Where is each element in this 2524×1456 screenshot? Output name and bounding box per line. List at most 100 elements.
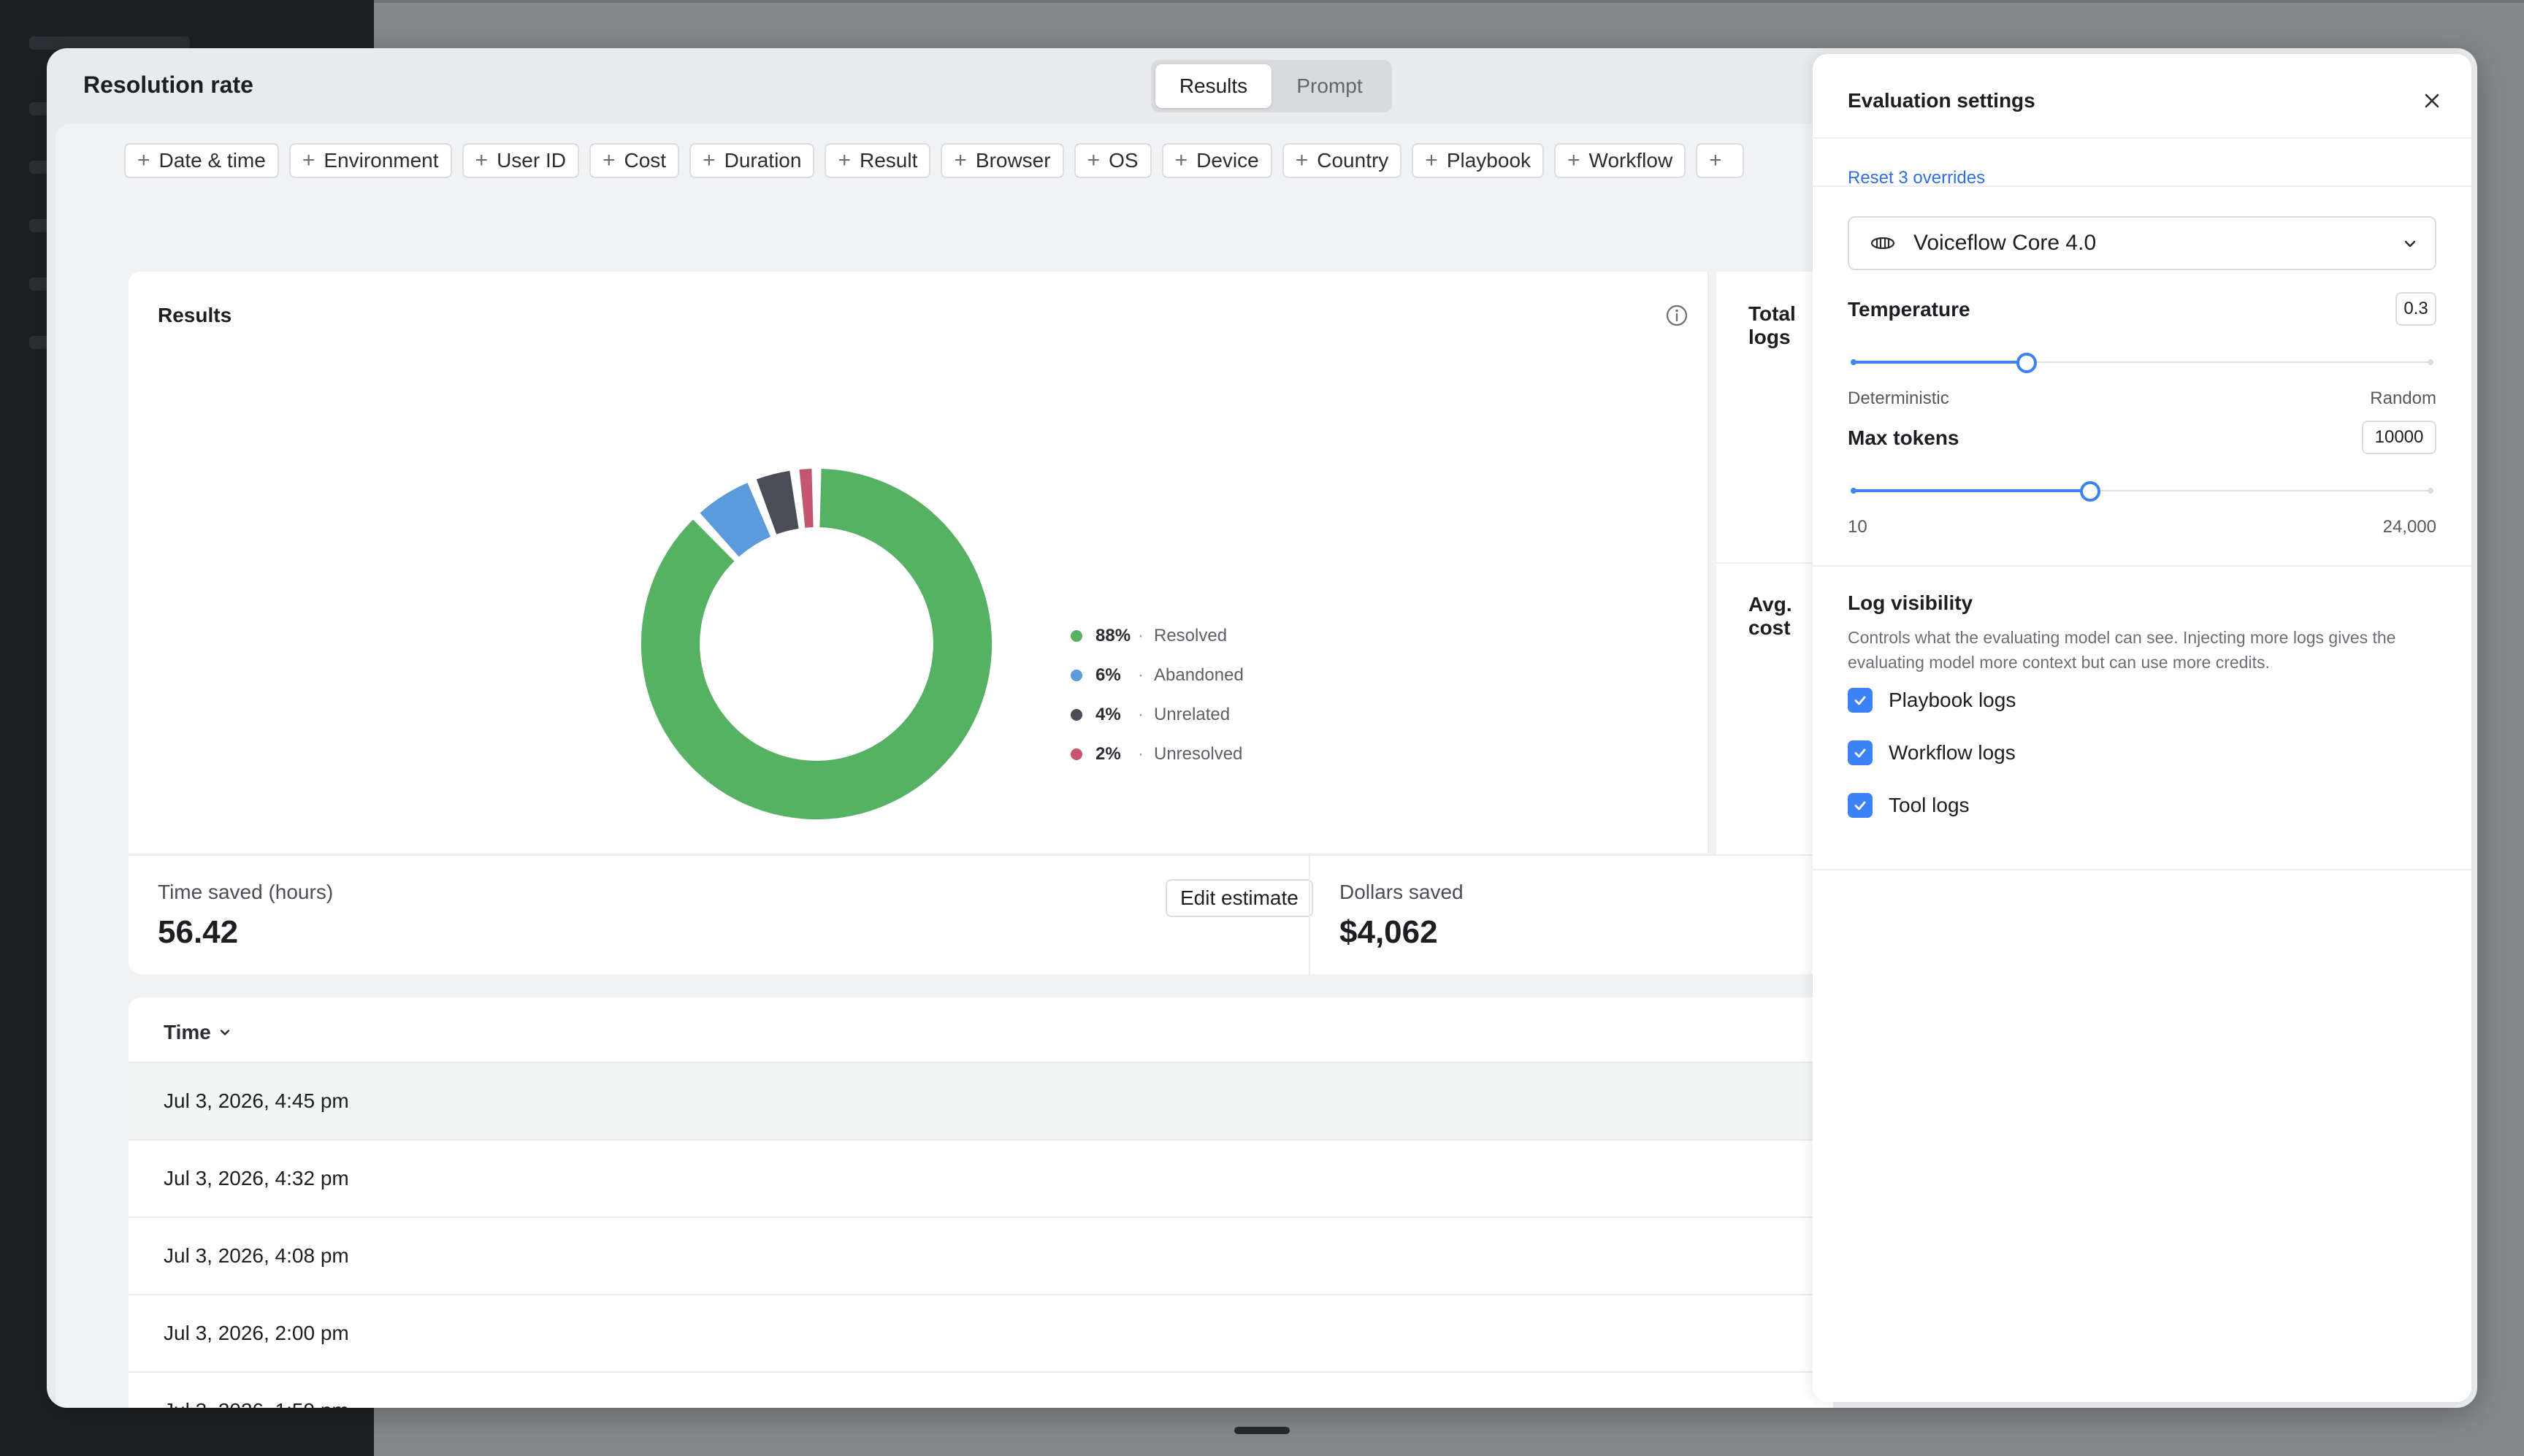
- time-saved-value: 56.42: [158, 914, 239, 950]
- edit-estimate-button[interactable]: Edit estimate: [1166, 879, 1313, 917]
- avg-cost-label: Avg. cost: [1748, 593, 1792, 639]
- plus-icon: +: [1295, 148, 1309, 172]
- filter-country[interactable]: + Country: [1282, 143, 1402, 178]
- table-row[interactable]: Jul 3, 2026, 2:00 pm: [129, 1294, 1833, 1371]
- filter-workflow[interactable]: + Workflow: [1554, 143, 1686, 178]
- row-time: Jul 3, 2026, 4:08 pm: [164, 1244, 349, 1267]
- legend-percent: 88%: [1095, 626, 1131, 645]
- filter-date-time[interactable]: + Date & time: [124, 143, 279, 178]
- model-name: Voiceflow Core 4.0: [1913, 231, 2097, 255]
- checkbox-label: Tool logs: [1889, 794, 1970, 816]
- legend-percent: 2%: [1095, 744, 1121, 764]
- info-icon[interactable]: [1665, 304, 1689, 327]
- tab-prompt[interactable]: Prompt: [1271, 64, 1388, 108]
- filter-playbook[interactable]: + Playbook: [1412, 143, 1545, 178]
- plus-icon: +: [302, 148, 316, 172]
- time-column-header[interactable]: Time: [164, 1021, 232, 1044]
- max-tokens-value[interactable]: 10000: [2362, 421, 2436, 454]
- max-tokens-min-label: 10: [1848, 517, 1867, 537]
- filter-user-id[interactable]: + User ID: [462, 143, 579, 178]
- view-tabs: Results Prompt: [1151, 60, 1392, 112]
- legend-separator: ·: [1138, 744, 1144, 764]
- results-card: Results 88% · Resolved 6% · Abandoned 4%…: [129, 272, 1709, 853]
- temperature-min-label: Deterministic: [1848, 388, 1949, 408]
- check-icon: [1854, 748, 1866, 758]
- legend-label: Unresolved: [1154, 744, 1243, 764]
- plus-icon: +: [703, 148, 716, 172]
- max-tokens-max-label: 24,000: [2382, 517, 2436, 537]
- plus-icon: +: [137, 148, 150, 172]
- panel-title: Evaluation settings: [1848, 89, 2035, 112]
- legend-item-resolved: 88% · Resolved: [1071, 616, 1244, 656]
- temperature-slider[interactable]: [1848, 348, 2436, 377]
- slider-fill: [1854, 489, 2090, 492]
- column-label: Time: [164, 1021, 211, 1043]
- filter-os[interactable]: + OS: [1074, 143, 1152, 178]
- temperature-value[interactable]: 0.3: [2395, 292, 2436, 326]
- results-title: Results: [158, 304, 232, 326]
- filter-label: Country: [1317, 149, 1389, 172]
- panel-divider: [1813, 565, 2471, 567]
- check-icon: [1854, 696, 1866, 705]
- legend-item-unresolved: 2% · Unresolved: [1071, 735, 1244, 774]
- resolution-rate-modal: Resolution rate Results Prompt + Date & t…: [47, 48, 2477, 1408]
- slider-handle[interactable]: [2079, 481, 2100, 502]
- checkbox-checked[interactable]: [1848, 740, 1873, 765]
- evaluation-settings-panel: Evaluation settings Reset 3 overrides Vo…: [1813, 54, 2471, 1402]
- table-row[interactable]: Jul 3, 2026, 1:59 pm: [129, 1371, 1833, 1408]
- chevron-down-icon: [2404, 240, 2416, 248]
- slice-resolved[interactable]: [640, 468, 993, 820]
- slider-handle[interactable]: [2016, 353, 2037, 373]
- filter-duration[interactable]: + Duration: [689, 143, 815, 178]
- modal-header: Resolution rate Results Prompt: [47, 48, 1814, 124]
- filter-device[interactable]: + Device: [1161, 143, 1272, 178]
- tab-results[interactable]: Results: [1155, 64, 1271, 108]
- plus-icon: +: [1567, 148, 1580, 172]
- slider-start-dot: [1851, 359, 1856, 365]
- slice-unresolved[interactable]: [799, 468, 814, 529]
- filter-label: Date & time: [158, 149, 266, 172]
- legend-dot: [1071, 670, 1082, 681]
- max-tokens-slider[interactable]: [1848, 476, 2436, 505]
- filter-more[interactable]: +: [1696, 143, 1744, 178]
- legend-separator: ·: [1138, 665, 1144, 685]
- legend-separator: ·: [1138, 705, 1144, 724]
- chevron-down-icon: [220, 1030, 230, 1035]
- playbook-logs-checkbox[interactable]: Playbook logs: [1848, 688, 2016, 713]
- tool-logs-checkbox[interactable]: Tool logs: [1848, 793, 1970, 818]
- results-legend: 88% · Resolved 6% · Abandoned 4% · Unrel…: [1071, 616, 1244, 774]
- filter-browser[interactable]: + Browser: [941, 143, 1064, 178]
- plus-icon: +: [1425, 148, 1438, 172]
- slider-end-dot: [2428, 359, 2433, 365]
- check-icon: [1854, 801, 1866, 811]
- legend-percent: 4%: [1095, 705, 1121, 724]
- panel-divider: [1813, 869, 2471, 870]
- model-select[interactable]: Voiceflow Core 4.0: [1848, 216, 2436, 270]
- main-content: + Date & time + Environment + User ID + Cost…: [56, 124, 1833, 1408]
- slider-end-dot: [2428, 488, 2433, 494]
- filter-label: Result: [859, 149, 918, 172]
- checkbox-checked[interactable]: [1848, 688, 1873, 713]
- legend-percent: 6%: [1095, 665, 1121, 685]
- checkbox-label: Workflow logs: [1889, 741, 2016, 764]
- row-time: Jul 3, 2026, 2:00 pm: [164, 1322, 349, 1344]
- panel-divider: [1813, 185, 2471, 187]
- plus-icon: +: [1087, 148, 1101, 172]
- table-row[interactable]: Jul 3, 2026, 4:32 pm: [129, 1139, 1833, 1216]
- table-row[interactable]: Jul 3, 2026, 4:08 pm: [129, 1216, 1833, 1294]
- workflow-logs-checkbox[interactable]: Workflow logs: [1848, 740, 2016, 765]
- legend-item-abandoned: 6% · Abandoned: [1071, 656, 1244, 695]
- temperature-max-label: Random: [2370, 388, 2436, 408]
- log-visibility-description: Controls what the evaluating model can s…: [1848, 628, 2396, 672]
- dollars-saved-value: $4,062: [1339, 914, 1438, 950]
- checkbox-checked[interactable]: [1848, 793, 1873, 818]
- close-icon[interactable]: [2422, 91, 2442, 111]
- filter-result[interactable]: + Result: [825, 143, 931, 178]
- filter-environment[interactable]: + Environment: [288, 143, 452, 178]
- table-row[interactable]: Jul 3, 2026, 4:45 pm: [129, 1062, 1833, 1139]
- total-logs-label: Total logs: [1748, 302, 1796, 348]
- filter-cost[interactable]: + Cost: [589, 143, 680, 178]
- legend-dot: [1071, 748, 1082, 760]
- legend-label: Resolved: [1154, 626, 1228, 645]
- plus-icon: +: [954, 148, 967, 172]
